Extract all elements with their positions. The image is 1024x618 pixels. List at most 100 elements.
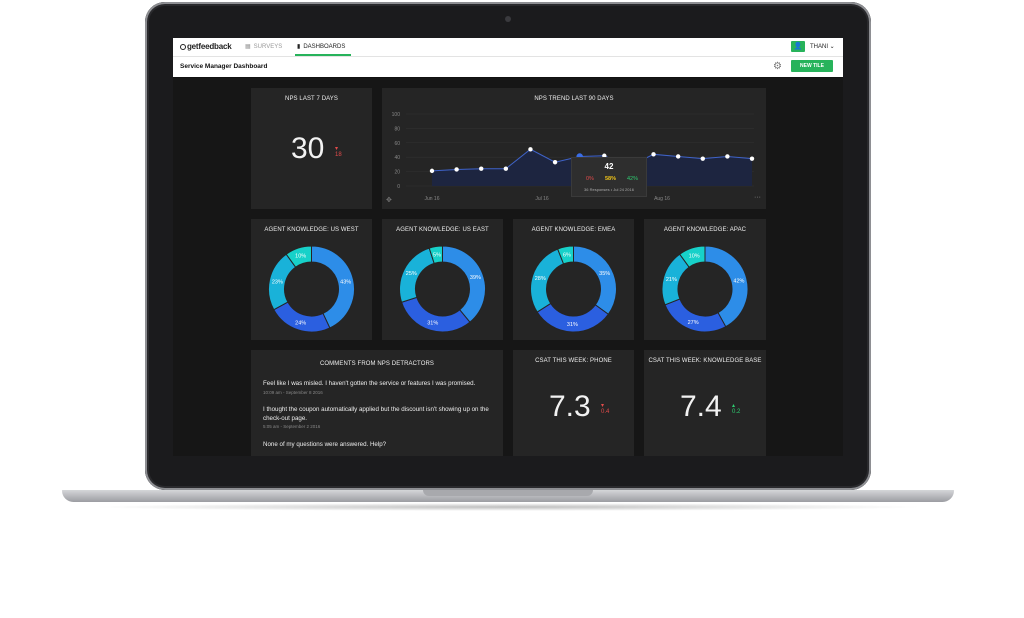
tile-detractor-comments[interactable]: COMMENTS FROM NPS DETRACTORS Feel like I… [251,350,503,456]
slice-label: 10% [295,254,306,260]
y-tick-label: 80 [394,126,400,132]
comment-item: Feel like I was misled. I haven't gotten… [263,380,503,396]
tile-agent-apac[interactable]: AGENT KNOWLEDGE: APAC 42% 27% 21% 10% [644,219,766,340]
bar-chart-icon: ▮ [297,44,301,50]
user-name: THANI [810,44,828,50]
y-tick-label: 60 [394,141,400,147]
grid-icon: ▦ [245,44,251,50]
data-point[interactable] [651,152,656,157]
tile-agent-us-west[interactable]: AGENT KNOWLEDGE: US WEST 43% 24% 23% 10% [251,219,372,340]
data-point[interactable] [528,147,533,152]
slice-label: 5% [433,252,441,258]
data-point[interactable] [552,160,558,165]
tooltip-value: 42 [604,162,614,171]
slice-label: 23% [272,279,283,285]
comment-item: I thought the coupon automatically appli… [263,406,503,430]
y-tick-label: 0 [397,184,400,190]
comment-text: Feel like I was misled. I haven't gotten… [263,380,476,387]
y-tick-label: 20 [394,170,400,176]
user-icon[interactable]: 👤 [791,41,805,52]
nps-delta: ▾ 18 [335,145,342,158]
donut-chart: 43% 24% 23% 10% [268,245,355,333]
tile-title: CSAT THIS WEEK: KNOWLEDGE BASE [648,358,762,364]
tooltip-detractors: 0% [586,176,594,182]
dashboard-header: Service Manager Dashboard ⚙ NEW TILE [173,57,843,77]
data-point[interactable] [429,168,435,174]
comment-text: None of my questions were answered. Help… [263,441,387,448]
donut-chart: 42% 27% 21% 10% [661,245,749,333]
laptop-notch [423,490,593,496]
y-tick-label: 100 [392,112,401,118]
slice-label: 10% [689,254,700,260]
tab-label: DASHBOARDS [303,44,346,50]
donut-slice[interactable] [664,298,727,333]
delta-value: 0.4 [601,409,610,415]
user-menu[interactable]: THANI ⌄ [810,43,835,50]
y-tick-label: 40 [394,155,400,161]
slice-label: 43% [340,279,351,285]
x-tick-label: Jun 16 [424,196,439,202]
x-tick-label: Aug 16 [654,196,670,202]
comment-item: None of my questions were answered. Help… [263,441,503,450]
donut-slice[interactable] [573,245,617,315]
tooltip-passives: 58% [605,176,617,182]
donut-slice[interactable] [399,247,435,303]
tile-agent-emea[interactable]: AGENT KNOWLEDGE: EMEA 35% 31% 28% 6% [513,219,634,340]
slice-label: 24% [295,320,306,326]
slice-label: 6% [563,253,571,259]
tab-dashboards[interactable]: ▮ DASHBOARDS [297,43,345,50]
laptop-shadow [90,503,926,511]
page-title: Service Manager Dashboard [180,63,268,70]
data-point[interactable] [749,156,755,161]
data-point[interactable] [725,154,730,159]
tile-nps-7-days[interactable]: NPS LAST 7 DAYS 30 ▾ 18 [251,88,372,209]
slice-label: 28% [535,276,546,282]
slice-label: 39% [470,275,481,281]
move-icon[interactable]: ✥ [386,196,392,204]
data-point[interactable] [454,167,459,172]
tile-csat-knowledge-base[interactable]: CSAT THIS WEEK: KNOWLEDGE BASE 7.4 ▴ 0.2 [644,350,766,456]
donut-slice[interactable] [704,245,749,328]
tile-title: NPS LAST 7 DAYS [285,96,338,102]
logo[interactable]: getfeedback [180,42,232,51]
tile-agent-us-east[interactable]: AGENT KNOWLEDGE: US EAST 39% 31% 25% 5% [382,219,503,340]
dashboard-grid: NPS LAST 7 DAYS 30 ▾ 18 NPS TREND LAST 90… [173,78,843,456]
tile-title: COMMENTS FROM NPS DETRACTORS [319,361,435,367]
data-point[interactable] [479,166,484,171]
tab-label: SURVEYS [253,44,283,50]
data-point[interactable] [503,166,509,171]
csat-delta: ▴ 0.2 [732,402,740,415]
donut-slice[interactable] [273,301,331,333]
tab-surveys[interactable]: ▦ SURVEYS [245,43,282,50]
slice-label: 27% [688,320,699,326]
donut-slice[interactable] [400,296,471,333]
slice-label: 25% [406,271,417,277]
slice-label: 21% [666,277,677,283]
gear-icon[interactable]: ⚙ [773,61,782,72]
logo-circle-icon [180,44,186,50]
data-point[interactable] [675,154,681,159]
new-tile-button[interactable]: NEW TILE [791,60,833,72]
comment-time: 10:09 am - September 8 2016 [263,389,323,395]
delta-value: 0.2 [732,409,741,415]
comment-text: I thought the coupon automatically appli… [263,406,489,422]
data-point[interactable] [700,156,705,161]
donut-slice[interactable] [442,245,486,323]
csat-value: 7.4 [680,390,722,423]
slice-label: 31% [427,321,438,327]
screen: getfeedback ▦ SURVEYS ▮ DASHBOARDS 👤 THANI… [173,38,843,456]
comment-time: 5:05 am - September 2 2016 [263,424,321,429]
tooltip-promoters: 42% [627,176,639,182]
slice-label: 42% [733,278,744,284]
nps-value: 30 [291,132,325,165]
tooltip-note: 36 Responses • Jul 24 2016 [584,187,634,192]
tile-title: CSAT THIS WEEK: PHONE [535,358,612,364]
csat-delta: ▾ 0.4 [601,402,609,415]
logo-text: getfeedback [187,42,232,51]
chevron-down-icon: ⌄ [829,44,835,50]
chart-tooltip: 42 0% 58% 42% 36 Responses • Jul 24 2016 [571,157,647,197]
donut-chart: 39% 31% 25% 5% [399,245,486,333]
more-options-icon[interactable]: ··· [754,194,761,201]
tile-csat-phone[interactable]: CSAT THIS WEEK: PHONE 7.3 ▾ 0.4 [513,350,634,456]
csat-value: 7.3 [549,390,591,423]
